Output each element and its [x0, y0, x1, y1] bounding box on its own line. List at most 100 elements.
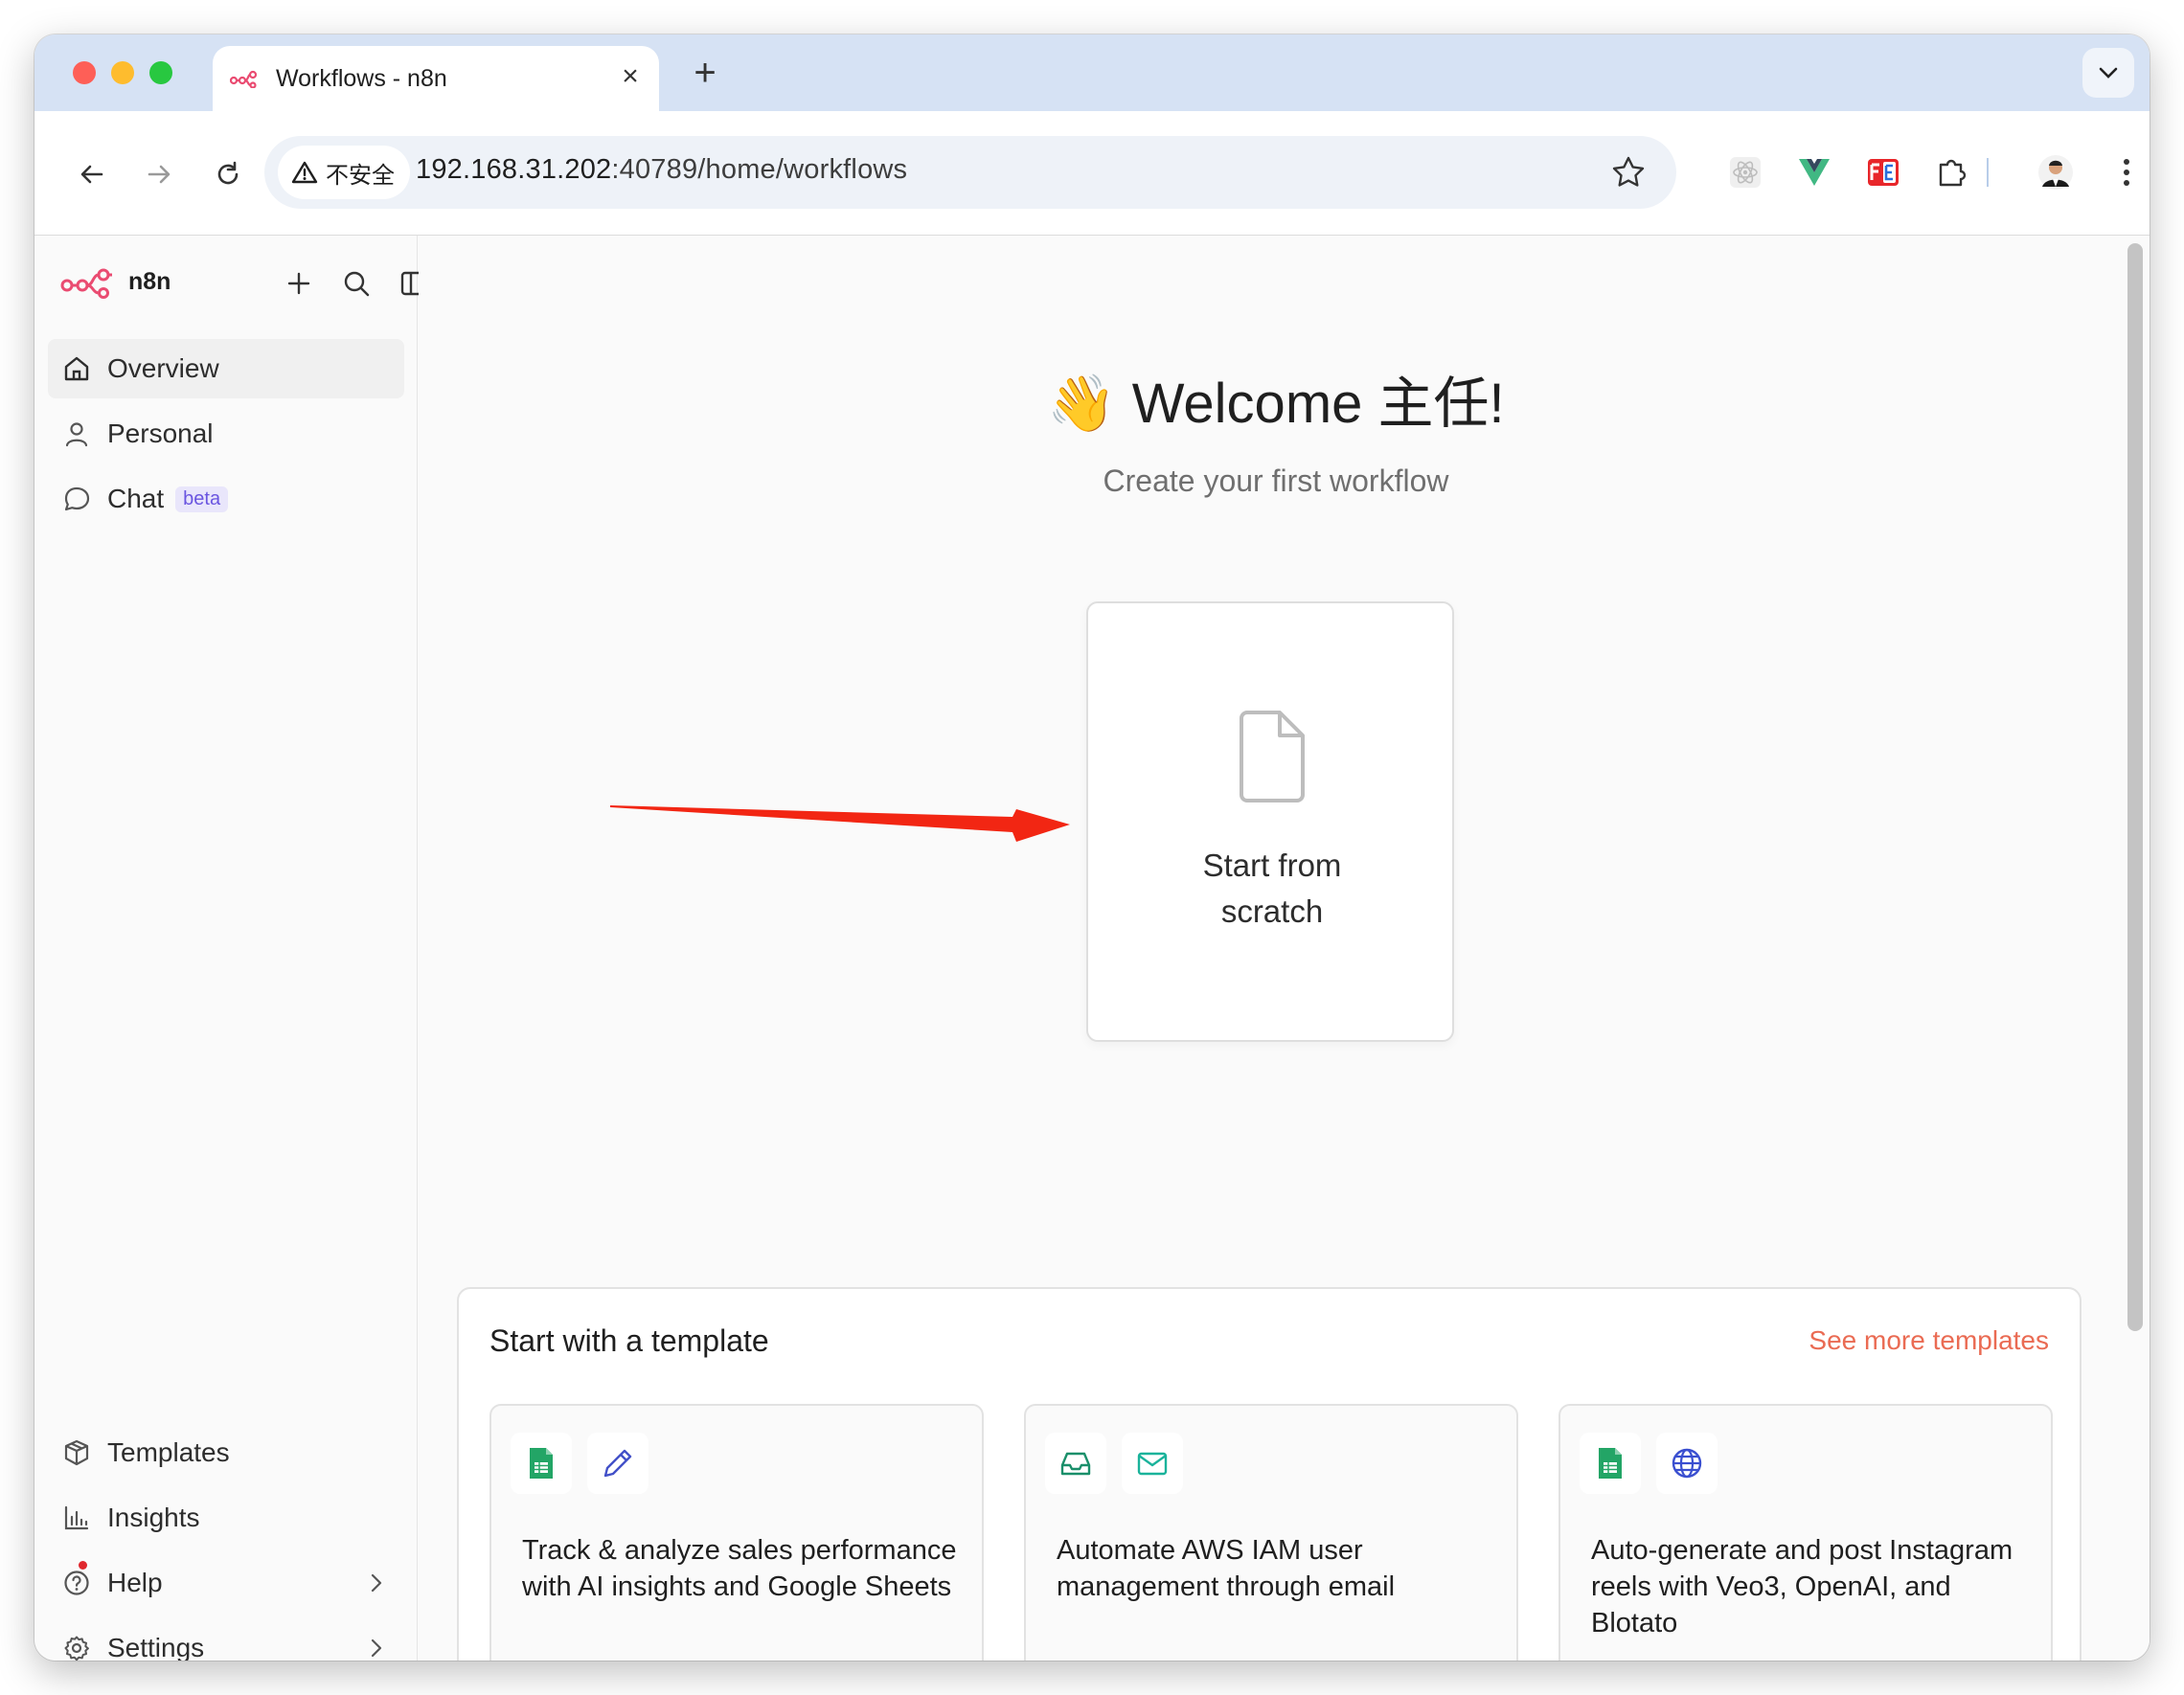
warning-icon [291, 161, 318, 184]
templates-panel: Start with a template See more templates… [457, 1287, 2082, 1661]
sidebar-item-chat[interactable]: Chat beta [48, 469, 404, 529]
chevron-down-icon [2099, 67, 2118, 79]
extensions-button[interactable] [1933, 153, 1971, 192]
address-bar[interactable]: 不安全 192.168.31.202:40789/home/workflows [264, 136, 1676, 209]
vue-icon [1799, 159, 1830, 186]
page-subtitle: Create your first workflow [1103, 463, 1449, 498]
more-vertical-icon [2124, 159, 2129, 186]
google-sheets-icon [511, 1433, 572, 1494]
security-indicator[interactable]: 不安全 [278, 146, 410, 199]
start-from-scratch-label: Start from scratch [1126, 843, 1418, 935]
google-sheets-icon [1580, 1433, 1641, 1494]
box-icon [61, 1437, 92, 1468]
notification-dot [79, 1561, 87, 1570]
security-label: 不安全 [326, 162, 395, 189]
avatar-icon [2038, 155, 2073, 190]
scratch-label-line1: Start from [1202, 848, 1342, 883]
back-button[interactable] [73, 155, 111, 193]
reload-button[interactable] [209, 155, 247, 193]
plus-icon [287, 272, 310, 295]
profile-avatar[interactable] [2036, 153, 2075, 192]
mail-icon [1122, 1433, 1183, 1494]
fe-helper-icon [1868, 159, 1899, 186]
tab-strip: Workflows - n8n × + [34, 34, 2150, 111]
maximize-window-button[interactable] [149, 61, 172, 84]
template-title: Automate AWS IAM user management through… [1057, 1535, 1396, 1602]
sidebar-item-personal[interactable]: Personal [48, 404, 404, 463]
globe-icon [1656, 1433, 1718, 1494]
browser-toolbar: 不安全 192.168.31.202:40789/home/workflows [34, 111, 2150, 236]
fehelper-extension[interactable] [1864, 153, 1902, 192]
chat-icon [61, 484, 92, 514]
annotation-arrow [610, 805, 1070, 842]
template-card[interactable]: Automate AWS IAM user management through… [1024, 1404, 1518, 1661]
n8n-logo[interactable]: n8n [59, 264, 171, 299]
forward-button[interactable] [140, 155, 178, 193]
toolbar-divider [1985, 153, 1991, 192]
gear-icon [61, 1633, 92, 1661]
inbox-icon [1045, 1433, 1106, 1494]
main-content: 👋 Welcome 主任! Create your first workflow… [419, 236, 2150, 1661]
chevron-right-icon [371, 1638, 382, 1658]
search-button[interactable] [337, 264, 375, 303]
sidebar-item-overview[interactable]: Overview [48, 339, 404, 398]
page-title: 👋 Welcome 主任! [419, 358, 2133, 439]
arrow-right-icon [148, 165, 171, 184]
arrow-left-icon [80, 165, 103, 184]
browser-window: Workflows - n8n × + 不安全 192.168.31.202:4… [34, 34, 2150, 1661]
bookmark-star-icon[interactable] [1609, 153, 1648, 192]
logo-text: n8n [128, 267, 171, 295]
template-title: Auto-generate and post Instagram reels w… [1591, 1535, 2013, 1638]
browser-tab[interactable]: Workflows - n8n × [213, 46, 659, 111]
sidebar-item-label: Personal [107, 418, 214, 448]
puzzle-icon [1939, 159, 1967, 187]
sidebar-item-label: Overview [107, 353, 219, 383]
wave-emoji: 👋 [1047, 373, 1117, 435]
sidebar: n8n Overview Personal Chat beta Template… [34, 236, 427, 1661]
close-window-button[interactable] [73, 61, 96, 84]
scratch-label-line2: scratch [1220, 893, 1324, 929]
tab-title: Workflows - n8n [276, 65, 447, 92]
bar-chart-icon [61, 1503, 92, 1533]
user-icon [61, 418, 92, 449]
sidebar-item-templates[interactable]: Templates [48, 1423, 404, 1482]
file-icon [1240, 711, 1305, 802]
beta-badge: beta [175, 486, 229, 512]
welcome-text: Welcome 主任! [1131, 373, 1505, 435]
search-icon [344, 271, 370, 297]
sidebar-item-settings[interactable]: Settings [48, 1618, 404, 1661]
url-host: 192.168.31.202 [416, 154, 612, 185]
sidebar-item-label: Help [107, 1568, 163, 1597]
sidebar-item-label: Insights [107, 1503, 200, 1532]
templates-title: Start with a template [489, 1323, 769, 1358]
url-path: :40789/home/workflows [611, 154, 908, 185]
browser-menu-button[interactable] [2107, 153, 2146, 192]
template-card[interactable]: Auto-generate and post Instagram reels w… [1558, 1404, 2053, 1661]
sidebar-item-help[interactable]: Help [48, 1553, 404, 1613]
help-icon [61, 1568, 92, 1598]
reload-icon [217, 161, 239, 185]
template-title: Track & analyze sales performance with A… [522, 1535, 957, 1602]
create-button[interactable] [280, 264, 318, 303]
sidebar-item-label: Settings [107, 1633, 205, 1661]
sidebar-item-insights[interactable]: Insights [48, 1488, 404, 1548]
tab-search-button[interactable] [2082, 48, 2134, 98]
tab-close-icon[interactable]: × [613, 59, 648, 94]
minimize-window-button[interactable] [111, 61, 134, 84]
n8n-logo-icon [60, 268, 112, 299]
scrollbar-thumb[interactable] [2127, 243, 2143, 1331]
template-card[interactable]: Track & analyze sales performance with A… [489, 1404, 984, 1661]
pencil-icon [587, 1433, 648, 1494]
new-tab-button[interactable]: + [684, 52, 726, 94]
n8n-favicon-icon [230, 70, 258, 88]
react-devtools-extension[interactable] [1726, 153, 1764, 192]
start-from-scratch-card[interactable]: Start from scratch [1086, 601, 1454, 1042]
see-more-templates-link[interactable]: See more templates [1809, 1325, 2049, 1356]
home-icon [61, 353, 92, 384]
sidebar-item-label: Chat [107, 484, 165, 513]
react-icon [1730, 157, 1761, 188]
vue-devtools-extension[interactable] [1795, 153, 1833, 192]
chevron-right-icon [371, 1573, 382, 1593]
sidebar-item-label: Templates [107, 1437, 230, 1467]
url-text[interactable]: 192.168.31.202:40789/home/workflows [416, 154, 907, 186]
